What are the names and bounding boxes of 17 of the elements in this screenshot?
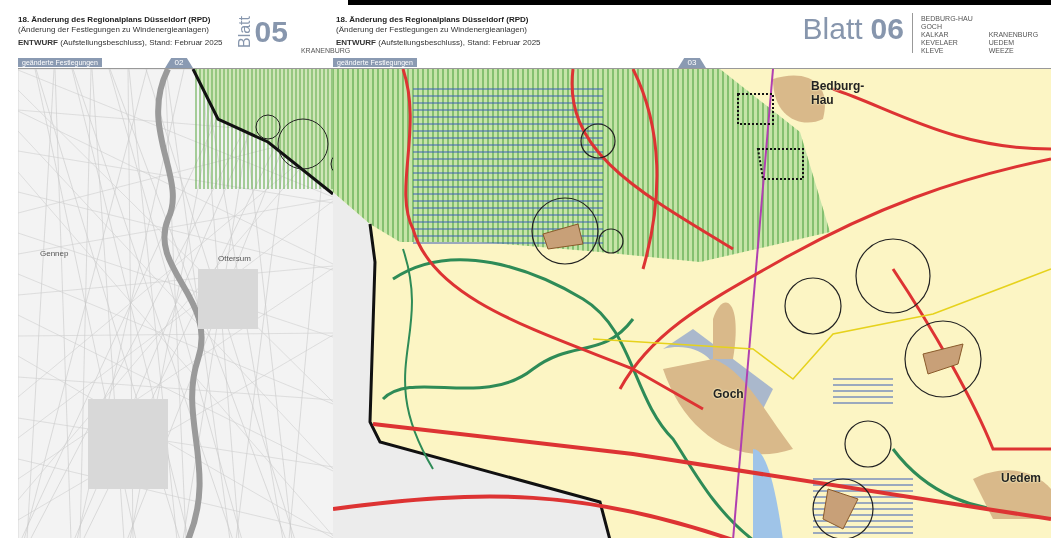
sheet-label: Blatt [802, 12, 863, 46]
sheet-marker: 02 [165, 58, 193, 68]
document-title: 18. Änderung des Regionalplans Düsseldorf (RPD) [18, 15, 212, 24]
document-subtitle: (Änderung der Festlegungen zu Windenergieanlagen) [18, 25, 210, 34]
place-label: Uedem [1001, 471, 1042, 485]
sheet-label: Blatt [236, 16, 253, 48]
place-label: Goch [713, 387, 745, 401]
document-title: 18. Änderung des Regionalplans Düsseldorf (RPD) [336, 15, 530, 24]
sheet-number: 05 [254, 15, 288, 49]
draft-status: ENTWURF (Aufstellungsbeschluss), Stand: Februar 2025 [18, 38, 223, 47]
sheet-number: 06 [870, 12, 904, 46]
draft-status: ENTWURF (Aufstellungsbeschluss), Stand: Februar 2025 [336, 38, 541, 47]
place-label: Bedburg-Hau [811, 79, 866, 107]
place-label: Gennep [40, 249, 69, 258]
sheet-marker: 03 [678, 58, 706, 68]
place-label: Ottersum [218, 254, 251, 263]
document-subtitle: (Änderung der Festlegungen zu Windenergieanlagen) [336, 25, 528, 34]
